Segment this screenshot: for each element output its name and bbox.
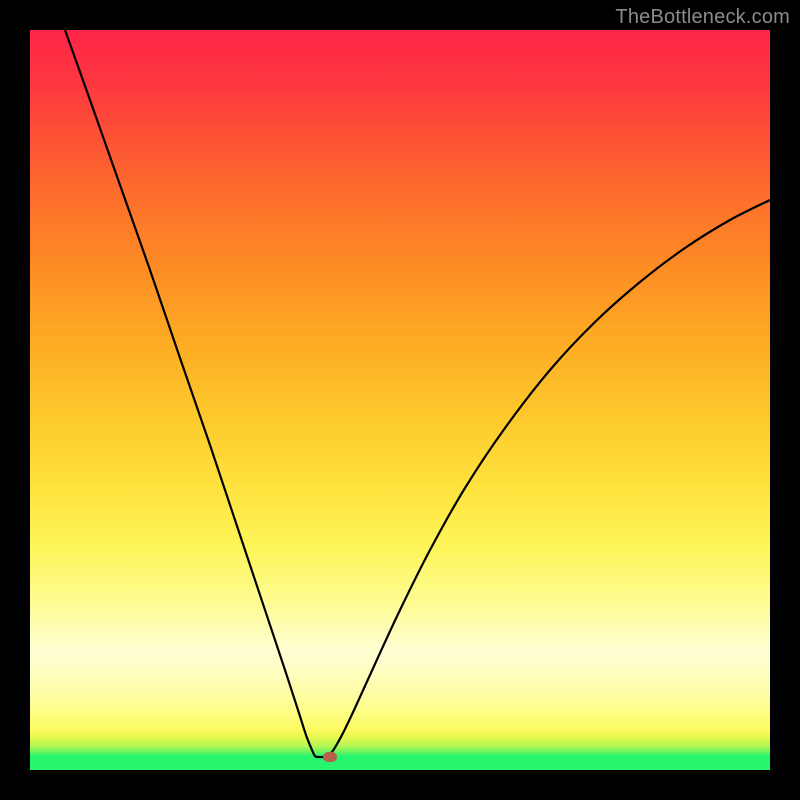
optimal-point-marker	[323, 752, 337, 762]
plot-area	[30, 30, 770, 770]
watermark-text: TheBottleneck.com	[615, 6, 790, 29]
bottleneck-curve	[30, 30, 770, 770]
chart-frame: TheBottleneck.com	[0, 0, 800, 800]
